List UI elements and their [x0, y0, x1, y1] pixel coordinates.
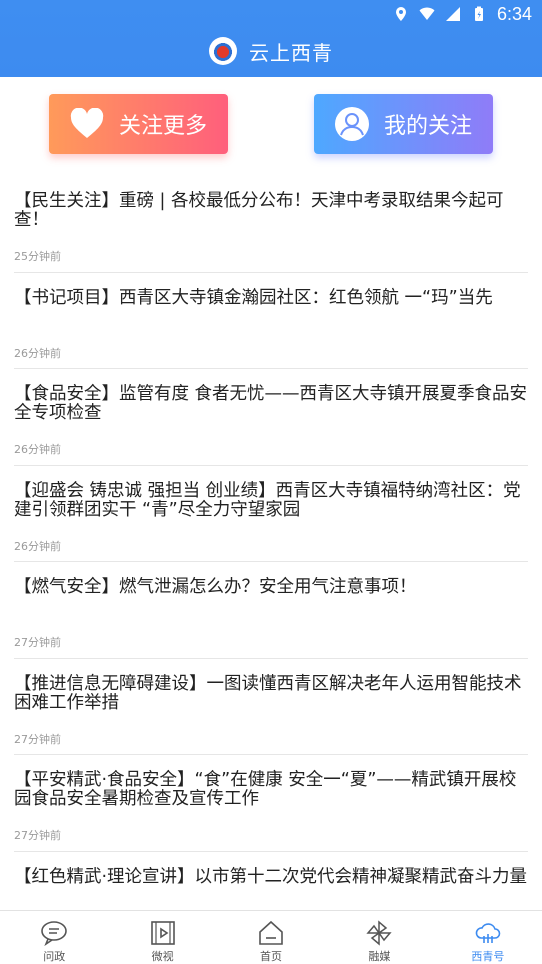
pinwheel-icon [366, 920, 393, 946]
app-logo [209, 37, 237, 65]
news-item[interactable]: 【民生关注】重磅 | 各校最低分公布！天津中考录取结果今起可查！ 25分钟前 [14, 176, 528, 273]
news-title: 【民生关注】重磅 | 各校最低分公布！天津中考录取结果今起可查！ [14, 191, 504, 230]
my-follow-label: 我的关注 [384, 114, 473, 139]
bottom-nav: 问政 微视 首页 融媒 西青号 [0, 910, 542, 964]
chat-icon [41, 921, 68, 946]
news-title: 【燃气安全】燃气泄漏怎么办？安全用气注意事项！ [14, 577, 417, 597]
news-item[interactable]: 【燃气安全】燃气泄漏怎么办？安全用气注意事项！ 27分钟前 [14, 562, 528, 659]
nav-item-home[interactable]: 首页 [217, 911, 325, 964]
heart-icon [69, 106, 105, 142]
nav-label: 融媒 [368, 950, 391, 963]
news-item[interactable]: 【平安精武·食品安全】“食”在健康 安全一“夏”——精武镇开展校园食品安全暑期检… [14, 755, 528, 852]
news-title: 【红色精武·理论宣讲】以市第十二次党代会精神凝聚精武奋斗力量 [14, 866, 528, 887]
follow-more-button[interactable]: 关注更多 [49, 94, 228, 154]
news-time: 26分钟前 [14, 539, 61, 553]
nav-item-rongmei[interactable]: 融媒 [325, 911, 433, 964]
nav-label: 西青号 [471, 950, 505, 963]
news-title: 【书记项目】西青区大寺镇金瀚园社区：红色领航 一“玛”当先 [14, 287, 493, 308]
follow-more-label: 关注更多 [119, 114, 208, 139]
news-time: 26分钟前 [14, 346, 61, 360]
my-follow-button[interactable]: 我的关注 [314, 94, 493, 154]
cloud-icon [475, 923, 501, 943]
news-title: 【迎盛会 铸忠诚 强担当 创业绩】西青区大寺镇福特纳湾社区：党建引领群团实干 “… [14, 480, 521, 520]
user-icon [334, 106, 370, 142]
news-item[interactable]: 【迎盛会 铸忠诚 强担当 创业绩】西青区大寺镇福特纳湾社区：党建引领群团实干 “… [14, 466, 528, 562]
video-icon [150, 921, 175, 945]
location-icon [395, 7, 406, 21]
status-time: 6:34 [496, 3, 532, 24]
nav-label: 微视 [151, 950, 174, 963]
header: 6:34 云上西青 [0, 0, 542, 77]
nav-label: 问政 [43, 950, 66, 963]
wifi-icon [419, 7, 435, 20]
page-title: 云上西青 [249, 40, 333, 65]
news-time: 26分钟前 [14, 443, 61, 456]
nav-item-wenzheng[interactable]: 问政 [0, 911, 108, 964]
nav-label: 首页 [260, 950, 283, 963]
news-time: 25分钟前 [14, 250, 61, 263]
news-item[interactable]: 【书记项目】西青区大寺镇金瀚园社区：红色领航 一“玛”当先 26分钟前 [14, 273, 528, 369]
nav-item-weishi[interactable]: 微视 [108, 911, 216, 964]
news-time: 27分钟前 [14, 732, 61, 746]
news-time: 27分钟前 [14, 829, 61, 842]
news-list: 【民生关注】重磅 | 各校最低分公布！天津中考录取结果今起可查！ 25分钟前 【… [0, 176, 542, 948]
signal-icon [445, 7, 460, 21]
news-title: 【食品安全】监管有度 食者无忧——西青区大寺镇开展夏季食品安全专项检查 [14, 384, 528, 423]
news-item[interactable]: 【食品安全】监管有度 食者无忧——西青区大寺镇开展夏季食品安全专项检查 26分钟… [14, 369, 528, 466]
title-bar: 云上西青 [0, 36, 542, 66]
news-item[interactable]: 【推进信息无障碍建设】一图读懂西青区解决老年人运用智能技术困难工作举措 27分钟… [14, 659, 528, 755]
status-bar: 6:34 [393, 3, 532, 25]
news-time: 27分钟前 [14, 636, 61, 649]
news-title: 【平安精武·食品安全】“食”在健康 安全一“夏”——精武镇开展校园食品安全暑期检… [14, 770, 517, 809]
nav-item-xiqinghao[interactable]: 西青号 [434, 911, 542, 964]
app-root: 6:34 云上西青 关注更多 我的关注 【民生关注】重磅 | 各校最低分公布！天… [0, 0, 542, 964]
news-title: 【推进信息无障碍建设】一图读懂西青区解决老年人运用智能技术困难工作举措 [14, 673, 522, 713]
home-icon [259, 920, 283, 945]
battery-icon [474, 6, 483, 21]
